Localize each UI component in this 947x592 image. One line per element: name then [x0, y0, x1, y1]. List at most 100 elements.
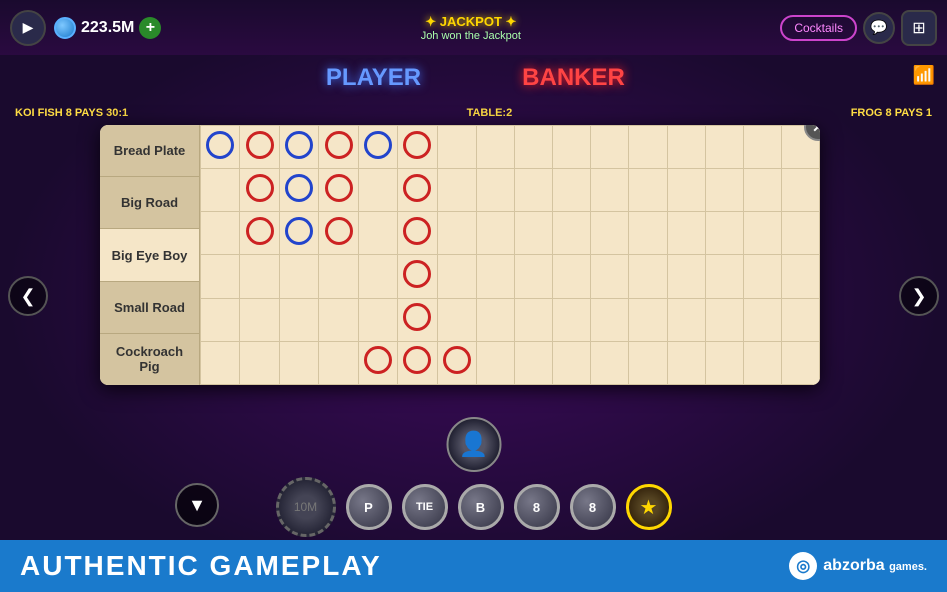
grid-cell — [437, 212, 476, 255]
banker-bet-button[interactable]: B — [458, 484, 504, 530]
grid-cell — [201, 341, 240, 384]
grid-cell — [705, 212, 743, 255]
grid-cell — [319, 255, 358, 298]
logo-text: abzorba games. — [823, 557, 927, 575]
grid-cell — [279, 255, 318, 298]
info-bar: KOI FISH 8 PAYS 30:1 TABLE:2 FROG 8 PAYS… — [0, 100, 947, 125]
grid-cell — [201, 126, 240, 169]
ten-million-chip[interactable]: 10M — [276, 477, 336, 537]
grid-cell — [358, 126, 397, 169]
grid-icon: ⊞ — [912, 18, 925, 38]
grid-cell — [553, 298, 591, 341]
grid-cell — [743, 169, 781, 212]
cocktails-button[interactable]: Cocktails — [780, 15, 857, 41]
red-circle — [403, 217, 431, 245]
close-icon: ✕ — [812, 125, 820, 136]
avatar-area: 👤 — [446, 417, 501, 472]
grid-cell — [781, 298, 819, 341]
add-coins-button[interactable]: + — [139, 17, 161, 39]
koi-fish-text: KOI FISH 8 PAYS 30:1 — [15, 107, 128, 119]
grid-cell — [358, 212, 397, 255]
star-button[interactable]: ★ — [626, 484, 672, 530]
grid-cell — [201, 212, 240, 255]
sidebar-item-big-eye-boy[interactable]: Big Eye Boy — [100, 229, 199, 281]
grid-cell — [398, 255, 437, 298]
grid-cell — [437, 298, 476, 341]
grid-cell — [437, 341, 476, 384]
grid-cell — [279, 126, 318, 169]
grid-cell — [705, 341, 743, 384]
grid-cell — [515, 212, 553, 255]
table-number: TABLE:2 — [467, 107, 513, 119]
grid-cell — [781, 341, 819, 384]
grid-cell — [743, 212, 781, 255]
grid-cell — [398, 341, 437, 384]
road-grid-table — [200, 125, 820, 385]
coin-area: 223.5M + — [54, 17, 161, 39]
blue-circle — [285, 131, 313, 159]
grid-cell — [553, 255, 591, 298]
grid-cell — [743, 126, 781, 169]
grid-cell — [667, 126, 705, 169]
grid-cell — [240, 212, 279, 255]
grid-cell — [591, 212, 629, 255]
roadmap-grid — [200, 125, 820, 385]
grid-cell — [477, 298, 515, 341]
grid-cell — [398, 212, 437, 255]
sidebar-item-small-road[interactable]: Small Road — [100, 282, 199, 334]
grid-cell — [358, 255, 397, 298]
grid-cell — [477, 212, 515, 255]
grid-cell — [553, 169, 591, 212]
roadmap-content: Bread Plate Big Road Big Eye Boy Small R… — [100, 125, 820, 385]
red-circle — [246, 174, 274, 202]
grid-cell — [515, 341, 553, 384]
right-arrow-button[interactable]: ❯ — [899, 276, 939, 316]
grid-cell — [781, 212, 819, 255]
grid-cell — [319, 212, 358, 255]
grid-cell — [240, 255, 279, 298]
left-chevron-icon: ❮ — [20, 286, 35, 307]
red-circle — [403, 260, 431, 288]
grid-cell — [743, 341, 781, 384]
player-bet-button[interactable]: P — [346, 484, 392, 530]
grid-cell — [279, 341, 318, 384]
grid-cell — [240, 341, 279, 384]
blue-circle — [285, 174, 313, 202]
grid-cell — [201, 169, 240, 212]
sidebar-item-big-road[interactable]: Big Road — [100, 177, 199, 229]
red-circle — [403, 346, 431, 374]
grid-cell — [743, 255, 781, 298]
chip-8b-button[interactable]: 8 — [570, 484, 616, 530]
grid-cell — [553, 341, 591, 384]
sidebar-item-bread-plate[interactable]: Bread Plate — [100, 125, 199, 177]
grid-cell — [398, 126, 437, 169]
chat-button[interactable]: 💬 — [863, 12, 895, 44]
grid-cell — [201, 298, 240, 341]
grid-cell — [279, 298, 318, 341]
star-icon: ★ — [640, 495, 658, 520]
grid-cell — [705, 298, 743, 341]
roadmap-sidebar: Bread Plate Big Road Big Eye Boy Small R… — [100, 125, 200, 385]
grid-cell — [319, 169, 358, 212]
left-arrow-button[interactable]: ❮ — [8, 276, 48, 316]
grid-cell — [667, 212, 705, 255]
tie-bet-button[interactable]: TIE — [402, 484, 448, 530]
grid-cell — [705, 126, 743, 169]
blue-circle — [364, 131, 392, 159]
play-button[interactable]: ▶ — [10, 10, 46, 46]
red-circle — [325, 217, 353, 245]
chat-icon: 💬 — [870, 19, 887, 36]
grid-cell — [358, 298, 397, 341]
grid-cell — [398, 298, 437, 341]
banker-label: BANKER — [474, 64, 674, 92]
grid-cell — [591, 126, 629, 169]
grid-button[interactable]: ⊞ — [901, 10, 937, 46]
chip-8-button[interactable]: 8 — [514, 484, 560, 530]
grid-cell — [591, 255, 629, 298]
bottom-chips: 10M P TIE B 8 8 ★ — [0, 477, 947, 537]
grid-cell — [398, 169, 437, 212]
grid-cell — [629, 255, 667, 298]
sidebar-item-cockroach-pig[interactable]: Cockroach Pig — [100, 334, 199, 385]
red-circle — [246, 217, 274, 245]
grid-cell — [591, 341, 629, 384]
